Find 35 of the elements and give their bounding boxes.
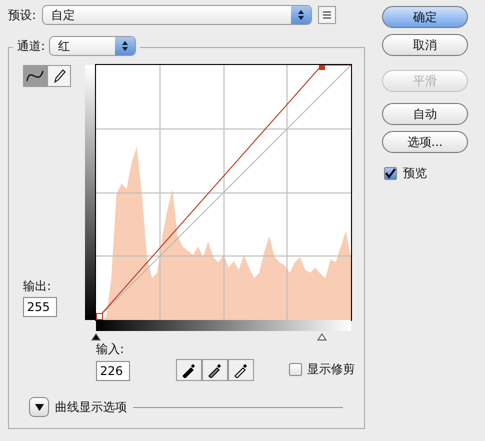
pencil-tool-button[interactable] <box>47 65 71 87</box>
menu-icon <box>322 10 332 20</box>
triangle-icon <box>34 404 44 410</box>
channel-dropdown[interactable]: 红 <box>49 36 136 56</box>
dialog-button[interactable]: 自动 <box>382 103 468 125</box>
input-label: 输入: <box>96 341 126 358</box>
input-field[interactable]: 226 <box>96 361 130 381</box>
dialog-button[interactable]: 选项... <box>382 131 468 153</box>
curve-display-options-label: 曲线显示选项 <box>55 398 127 416</box>
input-slider-handle[interactable] <box>317 333 327 340</box>
preview-label: 预览 <box>403 165 427 182</box>
preview-checkbox[interactable] <box>384 167 397 180</box>
preset-label: 预设: <box>8 6 36 24</box>
expand-button[interactable] <box>29 397 49 417</box>
eyedropper-icon <box>207 362 223 378</box>
eyedropper-button[interactable] <box>176 359 202 381</box>
dropdown-arrows-icon <box>115 37 136 55</box>
dialog-button[interactable]: 确定 <box>382 6 468 28</box>
dropdown-arrows-icon <box>291 6 312 24</box>
eyedropper-button[interactable] <box>228 359 254 381</box>
pencil-icon <box>52 68 66 84</box>
curve-icon <box>26 69 44 83</box>
channel-label: 通道: <box>17 38 46 54</box>
output-field[interactable]: 255 <box>23 297 57 317</box>
curve-tool-button[interactable] <box>23 65 47 87</box>
eyedropper-icon <box>181 362 197 378</box>
preset-dropdown[interactable]: 自定 <box>42 5 312 25</box>
show-clipping-checkbox[interactable] <box>289 363 302 376</box>
eyedropper-icon <box>233 362 249 378</box>
input-slider-handle[interactable] <box>91 333 101 340</box>
dialog-button[interactable]: 取消 <box>382 34 468 56</box>
eyedropper-button[interactable] <box>202 359 228 381</box>
output-label: 输出: <box>23 278 52 295</box>
preset-menu-button[interactable] <box>318 6 336 24</box>
show-clipping-label: 显示修剪 <box>307 361 355 378</box>
